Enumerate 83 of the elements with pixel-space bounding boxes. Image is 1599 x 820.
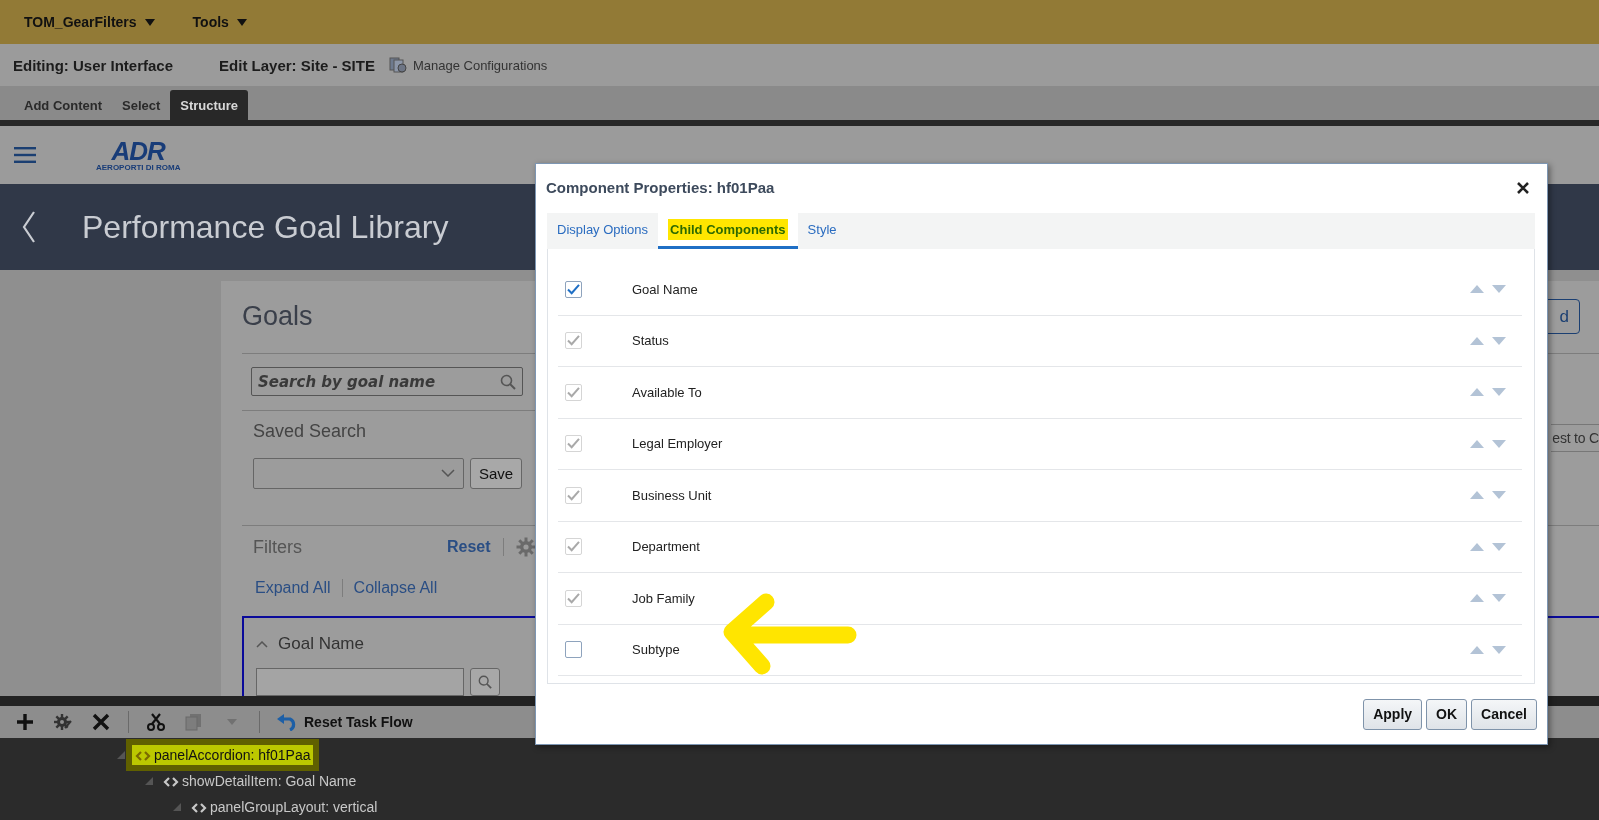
saved-search-dropdown[interactable] [253, 457, 464, 489]
search-icon [500, 374, 516, 391]
manage-configurations-link[interactable]: Manage Configurations [388, 57, 548, 73]
search-icon [478, 675, 492, 689]
move-down-icon[interactable] [1492, 542, 1506, 551]
search-field[interactable]: Search by goal name [251, 367, 523, 397]
saved-search-label: Saved Search [253, 420, 368, 442]
delete-icon[interactable] [92, 713, 110, 731]
settings-icon[interactable] [515, 537, 536, 558]
code-tag-icon [191, 803, 207, 814]
dialog-button[interactable]: OK [1426, 698, 1468, 730]
copy-icon[interactable] [185, 713, 203, 731]
move-up-icon[interactable] [1470, 594, 1484, 603]
mode-tab[interactable]: Select [112, 90, 171, 120]
move-up-icon[interactable] [1470, 645, 1484, 654]
move-down-icon[interactable] [1492, 594, 1506, 603]
checkbox[interactable] [565, 280, 582, 298]
component-label: Goal Name [632, 281, 699, 297]
reset-link[interactable]: Reset [447, 538, 504, 557]
move-up-icon[interactable] [1470, 542, 1484, 551]
move-up-icon[interactable] [1470, 285, 1484, 294]
component-label: Department [632, 539, 701, 555]
move-down-icon[interactable] [1492, 439, 1506, 448]
reset-task-flow-button[interactable]: Reset Task Flow [270, 712, 419, 732]
component-label: Available To [632, 384, 703, 400]
dialog-button[interactable]: Apply [1363, 698, 1423, 730]
check-icon [567, 283, 580, 295]
caret-icon [236, 18, 247, 26]
expanded-icon[interactable] [172, 802, 182, 812]
section-title: Goals [242, 301, 313, 333]
expand-all-link[interactable]: Expand All [255, 579, 331, 598]
component-label: Subtype [632, 642, 681, 658]
component-label: Business Unit [632, 487, 713, 503]
expanded-icon[interactable] [144, 776, 154, 786]
caret-icon [144, 18, 155, 26]
filters-label: Filters [253, 536, 303, 558]
move-down-icon[interactable] [1492, 645, 1506, 654]
scissors-icon[interactable] [147, 713, 165, 731]
move-up-icon[interactable] [1470, 491, 1484, 500]
goal-name-field[interactable] [256, 668, 464, 696]
move-up-icon[interactable] [1470, 336, 1484, 345]
code-tag-icon [163, 777, 179, 788]
page-title: Performance Goal Library [82, 208, 449, 246]
tree-node[interactable]: panelGroupLayout: vertical [188, 797, 381, 817]
close-icon[interactable] [1517, 181, 1529, 194]
component-label: Job Family [632, 590, 696, 606]
logo: ADR AEROPORTI DI ROMA [96, 138, 181, 172]
expanded-icon[interactable] [116, 750, 126, 760]
move-up-icon[interactable] [1470, 388, 1484, 397]
menu-item[interactable]: TOM_GearFilters [16, 10, 163, 34]
side-text: est to C [1551, 423, 1599, 452]
collapse-all-link[interactable]: Collapse All [341, 579, 438, 598]
editing-label: Editing: User Interface [13, 56, 174, 74]
move-down-icon[interactable] [1492, 388, 1506, 397]
menu-item[interactable]: Tools [184, 10, 255, 34]
save-button[interactable]: Save [470, 457, 522, 489]
undo-icon [276, 713, 298, 731]
chevron-up-icon[interactable] [256, 640, 268, 648]
dialog-title: Component Properties: hf01Paa [546, 179, 775, 196]
code-tag-icon [135, 751, 151, 762]
mode-tab[interactable]: Add Content [14, 90, 112, 120]
dialog-tab[interactable]: Display Options [547, 213, 659, 249]
dialog-tab[interactable]: Child Components [658, 213, 798, 249]
chevron-down-icon [441, 469, 455, 478]
component-label: Status [632, 333, 670, 349]
add-icon[interactable] [16, 713, 34, 731]
mode-tab[interactable]: Structure [170, 90, 249, 120]
dialog-tab[interactable]: Style [797, 213, 847, 249]
edit-layer-label: Edit Layer: Site - SITE [219, 56, 375, 74]
search-button[interactable] [470, 668, 500, 696]
component-label: Legal Employer [632, 436, 724, 452]
tree-node[interactable]: showDetailItem: Goal Name [160, 771, 360, 791]
move-down-icon[interactable] [1492, 491, 1506, 500]
move-down-icon[interactable] [1492, 336, 1506, 345]
back-icon[interactable] [22, 211, 36, 243]
settings-icon[interactable] [54, 713, 72, 731]
move-down-icon[interactable] [1492, 285, 1506, 294]
menu-icon[interactable] [14, 147, 36, 163]
documents-icon [388, 57, 407, 73]
checkbox[interactable] [565, 641, 582, 659]
dialog-button[interactable]: Cancel [1471, 698, 1537, 730]
filter-title: Goal Name [278, 634, 364, 654]
move-up-icon[interactable] [1470, 439, 1484, 448]
